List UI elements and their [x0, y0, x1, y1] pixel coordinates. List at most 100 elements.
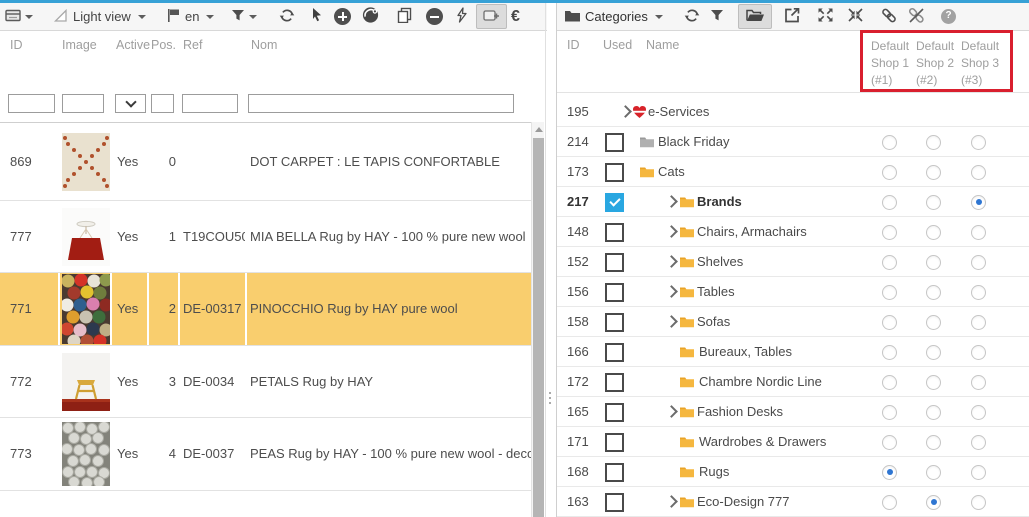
expand-chevron-icon[interactable]: [665, 315, 678, 328]
used-checkbox[interactable]: [605, 373, 624, 392]
expand-columns-button[interactable]: [476, 4, 507, 29]
expand-chevron-icon[interactable]: [665, 495, 678, 508]
default-shop-1-radio[interactable]: [882, 495, 897, 510]
category-row-163[interactable]: 163 Eco-Design 777: [557, 487, 1029, 517]
used-checkbox[interactable]: [605, 313, 624, 332]
category-row-152[interactable]: 152 Shelves: [557, 247, 1029, 277]
categories-dropdown-button[interactable]: Categories: [564, 3, 663, 30]
default-shop-3-radio[interactable]: [971, 375, 986, 390]
help-button[interactable]: [941, 3, 956, 30]
expand-all-button[interactable]: [817, 3, 834, 30]
category-row-217[interactable]: 217 Brands: [557, 187, 1029, 217]
category-row-156[interactable]: 156 Tables: [557, 277, 1029, 307]
default-shop-2-radio[interactable]: [926, 345, 941, 360]
category-row-195[interactable]: 195 e-Services: [557, 97, 1029, 127]
panel-splitter[interactable]: [549, 392, 552, 407]
default-shop-2-radio[interactable]: [926, 285, 941, 300]
default-shop-1-radio[interactable]: [882, 135, 897, 150]
category-row-168[interactable]: 168 Rugs: [557, 457, 1029, 487]
expand-chevron-icon[interactable]: [619, 105, 632, 118]
expand-chevron-icon[interactable]: [665, 195, 678, 208]
language-button[interactable]: en: [166, 3, 214, 30]
default-shop-2-radio[interactable]: [926, 465, 941, 480]
category-row-172[interactable]: 172 Chambre Nordic Line: [557, 367, 1029, 397]
scroll-up-arrow-icon[interactable]: [535, 127, 543, 132]
column-header-pos[interactable]: Pos.: [151, 38, 176, 52]
collapse-all-button[interactable]: [847, 3, 864, 30]
default-shop-3-radio[interactable]: [971, 405, 986, 420]
default-shop-2-radio[interactable]: [926, 225, 941, 240]
default-shop-3-radio-selected[interactable]: [971, 195, 986, 210]
used-checkbox[interactable]: [605, 343, 624, 362]
default-shop-2-radio-selected[interactable]: [926, 495, 941, 510]
column-header-used[interactable]: Used: [603, 38, 632, 52]
column-header-id[interactable]: ID: [567, 38, 580, 52]
default-shop-3-radio[interactable]: [971, 285, 986, 300]
default-shop-1-radio[interactable]: [882, 195, 897, 210]
export-button[interactable]: [784, 3, 801, 30]
filter-categories-button[interactable]: [710, 3, 725, 30]
default-shop-3-radio[interactable]: [971, 465, 986, 480]
duplicate-button[interactable]: [397, 3, 412, 30]
select-pointer-button[interactable]: [310, 3, 324, 30]
default-shop-1-radio-selected[interactable]: [882, 465, 897, 480]
category-row-166[interactable]: 166 Bureaux, Tables: [557, 337, 1029, 367]
refresh-categories-button[interactable]: [683, 3, 701, 30]
default-shop-3-radio[interactable]: [971, 135, 986, 150]
used-checkbox[interactable]: [605, 223, 624, 242]
used-checkbox[interactable]: [605, 463, 624, 482]
refresh-button[interactable]: [278, 3, 296, 30]
update-products-button[interactable]: [361, 3, 380, 30]
unlink-button[interactable]: [907, 3, 926, 30]
filter-ref-input[interactable]: [182, 94, 238, 113]
default-shop-2-radio[interactable]: [926, 405, 941, 420]
default-shop-2-radio[interactable]: [926, 315, 941, 330]
used-checkbox[interactable]: [605, 493, 624, 512]
filter-pos-input[interactable]: [151, 94, 174, 113]
column-header-default-shop-3[interactable]: Default Shop 3 (#3): [961, 38, 1009, 89]
default-shop-2-radio[interactable]: [926, 195, 941, 210]
default-shop-2-radio[interactable]: [926, 435, 941, 450]
column-header-nom[interactable]: Nom: [251, 38, 277, 52]
column-header-default-shop-2[interactable]: Default Shop 2 (#2): [916, 38, 964, 89]
column-header-id[interactable]: ID: [10, 38, 23, 52]
default-shop-3-radio[interactable]: [971, 165, 986, 180]
open-category-button[interactable]: [738, 4, 772, 29]
filter-button[interactable]: [231, 3, 257, 30]
column-header-ref[interactable]: Ref: [183, 38, 202, 52]
default-shop-2-radio[interactable]: [926, 135, 941, 150]
category-row-171[interactable]: 171 Wardrobes & Drawers: [557, 427, 1029, 457]
default-shop-3-radio[interactable]: [971, 345, 986, 360]
default-shop-2-radio[interactable]: [926, 255, 941, 270]
table-row-771-selected[interactable]: 771 Yes 2 DE-00317 PINOCCHIO Rug by HAY …: [0, 273, 531, 346]
default-shop-3-radio[interactable]: [971, 435, 986, 450]
expand-chevron-icon[interactable]: [665, 285, 678, 298]
default-shop-1-radio[interactable]: [882, 405, 897, 420]
default-shop-2-radio[interactable]: [926, 165, 941, 180]
table-row-773[interactable]: 773 Yes 4 DE-0037 PEAS Rug by HAY - 100 …: [0, 418, 531, 491]
default-shop-1-radio[interactable]: [882, 225, 897, 240]
default-shop-1-radio[interactable]: [882, 345, 897, 360]
default-shop-3-radio[interactable]: [971, 495, 986, 510]
category-row-173[interactable]: 173 Cats: [557, 157, 1029, 187]
filter-nom-input[interactable]: [248, 94, 514, 113]
category-row-165[interactable]: 165 Fashion Desks: [557, 397, 1029, 427]
currency-button[interactable]: €: [511, 3, 520, 30]
table-row-777[interactable]: 777 Yes 1 T19COU500 MIA BELLA Rug by HAY…: [0, 201, 531, 273]
used-checkbox[interactable]: [605, 253, 624, 272]
used-checkbox[interactable]: [605, 163, 624, 182]
used-checkbox[interactable]: [605, 283, 624, 302]
default-shop-1-radio[interactable]: [882, 375, 897, 390]
category-row-158[interactable]: 158 Sofas: [557, 307, 1029, 337]
expand-chevron-icon[interactable]: [665, 405, 678, 418]
column-header-name[interactable]: Name: [646, 38, 679, 52]
filter-id-input[interactable]: [8, 94, 55, 113]
filter-active-select[interactable]: [115, 94, 146, 113]
table-row-869[interactable]: 869 Yes 0 DOT CARPET : LE TAPIS CONFORTA…: [0, 123, 531, 201]
default-shop-3-radio[interactable]: [971, 255, 986, 270]
expand-chevron-icon[interactable]: [665, 255, 678, 268]
category-row-214[interactable]: 214 Black Friday: [557, 127, 1029, 157]
column-header-active[interactable]: Active: [116, 38, 150, 52]
default-shop-1-radio[interactable]: [882, 315, 897, 330]
scrollbar-thumb[interactable]: [533, 138, 544, 517]
